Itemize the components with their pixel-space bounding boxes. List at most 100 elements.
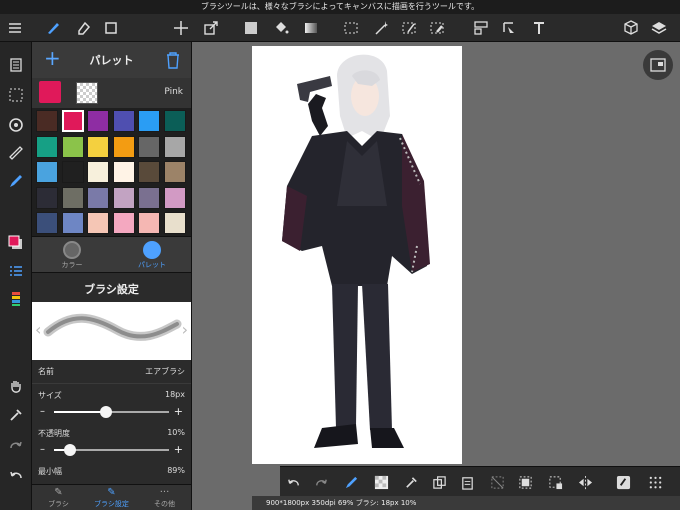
brush-list-icon[interactable] <box>5 260 27 282</box>
palette-swatch[interactable] <box>61 186 84 209</box>
palette-swatch[interactable] <box>61 135 84 158</box>
palette-swatch[interactable] <box>36 135 58 158</box>
brush-settings-title: ブラシ設定 <box>84 283 139 296</box>
opacity-slider[interactable]: – + <box>32 440 191 460</box>
palette-swatch[interactable] <box>163 161 186 183</box>
select-eraser-icon[interactable] <box>426 18 448 38</box>
selection-icon[interactable] <box>5 84 27 106</box>
opacity-slider-knob[interactable] <box>64 444 77 456</box>
menu-icon[interactable] <box>4 18 26 38</box>
palette-swatch[interactable] <box>36 110 58 132</box>
drawing-canvas[interactable] <box>252 46 462 464</box>
opacity-decrease-button[interactable]: – <box>40 444 45 455</box>
opacity-increase-button[interactable]: + <box>174 443 183 456</box>
brush-button[interactable] <box>342 473 360 491</box>
text-tool-icon[interactable] <box>528 18 550 38</box>
edit-button[interactable] <box>614 473 632 491</box>
transparent-color-button[interactable] <box>372 473 390 491</box>
palette-swatch[interactable] <box>61 161 84 183</box>
palette-swatch[interactable] <box>36 186 58 209</box>
transform-tool-icon[interactable] <box>200 18 222 38</box>
palette-swatch[interactable] <box>61 110 84 132</box>
redo-icon[interactable] <box>5 434 27 456</box>
palette-swatch[interactable] <box>138 186 160 209</box>
palette-swatch[interactable] <box>138 110 160 132</box>
palette-swatch[interactable] <box>112 212 135 234</box>
copy-layer-button[interactable] <box>430 473 448 491</box>
tab-brush-settings[interactable]: ✎ ブラシ設定 <box>85 487 138 509</box>
side-panel: + パレット Pink カラー パレット ブラシ設定 ‹ › 名前 エアブラシ … <box>32 42 192 510</box>
next-brush-icon[interactable]: › <box>182 320 188 339</box>
palette-swatch[interactable] <box>138 161 160 183</box>
size-slider[interactable]: – + <box>32 402 191 422</box>
eyedropper-icon[interactable] <box>5 404 27 426</box>
deselect-button[interactable] <box>546 473 564 491</box>
brush-tool-icon[interactable] <box>42 18 64 38</box>
size-slider-knob[interactable] <box>99 406 112 418</box>
tab-other[interactable]: ··· その他 <box>138 487 191 509</box>
size-value: 18px <box>165 390 185 399</box>
palette-swatch[interactable] <box>138 212 160 234</box>
size-increase-button[interactable]: + <box>174 405 183 418</box>
materials-icon[interactable] <box>620 18 642 38</box>
fill-color-icon[interactable] <box>240 18 262 38</box>
palette-swatch[interactable] <box>87 110 109 132</box>
hand-tool-icon[interactable] <box>5 376 27 398</box>
paste-button[interactable] <box>458 473 476 491</box>
foreground-color[interactable] <box>39 81 61 103</box>
select-pen-icon[interactable] <box>398 18 420 38</box>
eyedropper-button[interactable] <box>402 473 420 491</box>
tab-color[interactable]: カラー <box>32 239 112 270</box>
palette-swatch[interactable] <box>87 135 109 158</box>
left-tool-strip <box>0 42 32 510</box>
tab-palette[interactable]: パレット <box>112 239 191 270</box>
undo-icon[interactable] <box>5 464 27 486</box>
more-icon: ··· <box>159 487 170 498</box>
palette-swatch[interactable] <box>163 186 186 209</box>
brush-name-row[interactable]: 名前 エアブラシ <box>32 360 191 384</box>
palette-swatch[interactable] <box>87 161 109 183</box>
rotate-icon[interactable] <box>5 114 27 136</box>
palette-swatch[interactable] <box>138 135 160 158</box>
undo-button[interactable] <box>284 473 302 491</box>
palette-swatch[interactable] <box>112 186 135 209</box>
eraser-tool-icon[interactable] <box>72 18 94 38</box>
palette-swatch[interactable] <box>36 161 58 183</box>
navigator-icon <box>650 58 666 72</box>
frame-tool-icon[interactable] <box>470 18 492 38</box>
color-panel-icon[interactable] <box>5 232 27 254</box>
redo-button[interactable] <box>312 473 330 491</box>
palette-swatch[interactable] <box>112 135 135 158</box>
palette-swatch[interactable] <box>163 135 186 158</box>
page-manager-icon[interactable] <box>5 54 27 76</box>
bucket-tool-icon[interactable] <box>270 18 292 38</box>
navigator-button[interactable] <box>643 50 673 80</box>
trash-icon[interactable] <box>165 51 181 69</box>
palette-swatch[interactable] <box>87 212 109 234</box>
transparent-color[interactable] <box>76 82 98 104</box>
layers-icon[interactable] <box>648 18 670 38</box>
brush-panel-icon[interactable] <box>5 170 27 192</box>
clear-button[interactable] <box>488 473 506 491</box>
move-tool-icon[interactable] <box>170 18 192 38</box>
palette-swatch[interactable] <box>112 161 135 183</box>
palette-swatch[interactable] <box>61 212 84 234</box>
operation-tool-icon[interactable] <box>498 18 520 38</box>
flip-button[interactable] <box>576 473 594 491</box>
grid-menu-icon[interactable] <box>646 473 664 491</box>
magic-wand-icon[interactable] <box>370 18 392 38</box>
palette-swatch[interactable] <box>87 186 109 209</box>
tab-brush[interactable]: ✎ ブラシ <box>32 487 85 509</box>
palette-panel-icon[interactable] <box>5 288 27 310</box>
palette-swatch[interactable] <box>36 212 58 234</box>
gradient-tool-icon[interactable] <box>300 18 322 38</box>
select-all-button[interactable] <box>516 473 534 491</box>
shape-tool-icon[interactable] <box>100 18 122 38</box>
palette-swatch[interactable] <box>163 110 186 132</box>
size-decrease-button[interactable]: – <box>40 406 45 417</box>
select-rect-icon[interactable] <box>340 18 362 38</box>
ruler-icon[interactable] <box>5 142 27 164</box>
palette-swatch[interactable] <box>163 212 186 234</box>
brush-settings-tab-icon: ✎ <box>107 487 116 498</box>
palette-swatch[interactable] <box>112 110 135 132</box>
